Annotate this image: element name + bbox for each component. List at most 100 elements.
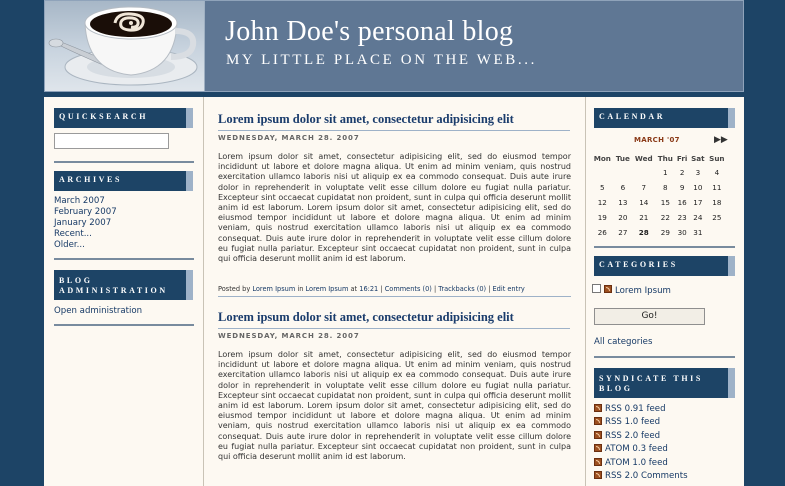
- trackbacks-link[interactable]: Trackbacks (0): [438, 285, 486, 293]
- edit-entry-link[interactable]: Edit entry: [493, 285, 525, 293]
- archive-link-february-2007[interactable]: February 2007: [54, 207, 117, 218]
- weekday-fri: Fri: [676, 153, 688, 163]
- divider: [594, 246, 735, 248]
- feed-item[interactable]: RSS 1.0 feed: [594, 416, 688, 429]
- feed-label: RSS 2.0 feed: [605, 430, 661, 441]
- calendar-day: 7: [641, 183, 647, 192]
- calendar-week: 5 6 7 8 9 10 11: [591, 180, 727, 195]
- blog-subtitle: MY LITTLE PLACE ON THE WEB...: [226, 52, 537, 68]
- post-body: Lorem ipsum dolor sit amet, consectetur …: [218, 350, 571, 462]
- open-administration-link[interactable]: Open administration: [54, 306, 142, 317]
- author-link[interactable]: Lorem Ipsum: [252, 285, 295, 293]
- calendar-week: 1 2 3 4: [591, 165, 727, 180]
- divider: [54, 258, 194, 260]
- weekday-tue: Tue: [615, 153, 630, 163]
- feed-label: ATOM 1.0 feed: [605, 457, 668, 468]
- categories-heading: CATEGORIES: [594, 256, 735, 276]
- calendar-day: 21: [639, 213, 649, 222]
- feed-item[interactable]: ATOM 1.0 feed: [594, 457, 688, 470]
- post-footer: Posted by Lorem Ipsum in Lorem Ipsum at …: [218, 285, 571, 297]
- calendar-day: 15: [660, 198, 670, 207]
- feed-label: RSS 2.0 Comments: [605, 471, 688, 482]
- in-label: in: [297, 285, 304, 293]
- post-title[interactable]: Lorem ipsum dolor sit amet, consectetur …: [218, 310, 514, 325]
- weekday-wed: Wed: [634, 153, 653, 163]
- coffee-cup-logo[interactable]: [45, 1, 205, 91]
- archives-list: March 2007 February 2007 January 2007 Re…: [54, 196, 117, 251]
- posted-by-label: Posted by: [218, 285, 251, 293]
- calendar-heading: CALENDAR: [594, 108, 735, 128]
- archive-link-march-2007[interactable]: March 2007: [54, 196, 117, 207]
- time-link[interactable]: 16:21: [359, 285, 378, 293]
- right-sidebar: CALENDAR MARCH '07 ▶▶ Mon Tue Wed Thu Fr…: [585, 97, 744, 486]
- at-label: at: [350, 285, 358, 293]
- feed-label: RSS 0.91 feed: [605, 404, 666, 414]
- calendar-day: 2: [679, 168, 685, 177]
- feed-item[interactable]: RSS 2.0 feed: [594, 430, 688, 443]
- calendar-day: 29: [660, 228, 670, 237]
- post-date: WEDNESDAY, MARCH 28. 2007: [218, 130, 570, 142]
- category-link[interactable]: Lorem Ipsum: [305, 285, 348, 293]
- blog-administration-heading: BLOG ADMINISTRATION: [54, 270, 193, 300]
- calendar-month: MARCH '07: [634, 136, 680, 144]
- feed-item[interactable]: ATOM 0.3 feed: [594, 443, 688, 456]
- calendar-day: 26: [597, 228, 607, 237]
- calendar-day: 9: [679, 183, 685, 192]
- category-checkbox[interactable]: [592, 284, 601, 293]
- calendar-day: 10: [693, 183, 703, 192]
- rss-feed-icon: [594, 457, 602, 466]
- double-arrow-right-icon[interactable]: ▶▶: [714, 135, 728, 145]
- calendar-day-highlighted[interactable]: 28: [632, 225, 655, 240]
- calendar-day: 31: [693, 228, 703, 237]
- calendar-day: 8: [663, 183, 668, 192]
- syndicate-feed-list: RSS 0.91 feed RSS 1.0 feed RSS 2.0 feed …: [594, 403, 688, 483]
- main-content: Lorem ipsum dolor sit amet, consectetur …: [204, 97, 587, 486]
- post-body: Lorem ipsum dolor sit amet, consectetur …: [218, 152, 571, 264]
- post-title[interactable]: Lorem ipsum dolor sit amet, consectetur …: [218, 112, 514, 127]
- feed-item[interactable]: RSS 2.0 Comments: [594, 470, 688, 483]
- calendar-day: [591, 165, 614, 180]
- calendar-day: 11: [712, 183, 722, 192]
- calendar-day: 27: [618, 228, 628, 237]
- calendar-day: 23: [677, 213, 687, 222]
- quicksearch-input[interactable]: [54, 133, 169, 149]
- all-categories-link[interactable]: All categories: [594, 337, 652, 348]
- rss-feed-icon[interactable]: [604, 285, 612, 293]
- calendar-day: 12: [597, 198, 607, 207]
- category-link[interactable]: Lorem Ipsum: [615, 286, 671, 297]
- calendar-day: 14: [639, 198, 649, 207]
- calendar-day: 19: [597, 213, 607, 222]
- rss-feed-icon: [594, 471, 602, 480]
- coffee-cup-icon: [48, 6, 198, 86]
- weekday-mon: Mon: [593, 153, 611, 163]
- calendar-day: 4: [714, 168, 720, 177]
- post-date: WEDNESDAY, MARCH 28. 2007: [218, 328, 570, 340]
- weekday-sun: Sun: [709, 153, 725, 163]
- archive-link-january-2007[interactable]: January 2007: [54, 218, 117, 229]
- calendar-weekday-row: Mon Tue Wed Thu Fri Sat Sun: [591, 151, 727, 165]
- weekday-thu: Thu: [657, 153, 673, 163]
- divider: [54, 324, 194, 326]
- site-header: John Doe's personal blog MY LITTLE PLACE…: [44, 0, 744, 92]
- archive-link-recent[interactable]: Recent...: [54, 229, 117, 240]
- page-container: QUICKSEARCH ARCHIVES March 2007 February…: [44, 97, 744, 486]
- divider: [594, 356, 735, 358]
- calendar-week: 19 20 21 22 23 24 25: [591, 210, 727, 225]
- archive-link-older[interactable]: Older...: [54, 240, 117, 251]
- feed-item[interactable]: RSS 0.91 feed: [594, 403, 688, 416]
- left-sidebar: QUICKSEARCH ARCHIVES March 2007 February…: [44, 97, 204, 486]
- calendar-week: 12 13 14 15 16 17 18: [591, 195, 727, 210]
- calendar-day: [632, 165, 655, 180]
- blog-title[interactable]: John Doe's personal blog: [225, 16, 513, 48]
- calendar-day: 30: [677, 228, 687, 237]
- go-button[interactable]: Go!: [594, 308, 705, 325]
- divider: [54, 161, 194, 163]
- feed-label: RSS 1.0 feed: [605, 417, 661, 428]
- calendar-day: 13: [618, 198, 628, 207]
- calendar-day: 20: [618, 213, 628, 222]
- comments-link[interactable]: Comments (0): [385, 285, 432, 293]
- rss-feed-icon: [594, 417, 602, 426]
- calendar-week: 26 27 28 29 30 31: [591, 225, 727, 240]
- calendar-day: 22: [660, 213, 670, 222]
- calendar-day: 16: [677, 198, 687, 207]
